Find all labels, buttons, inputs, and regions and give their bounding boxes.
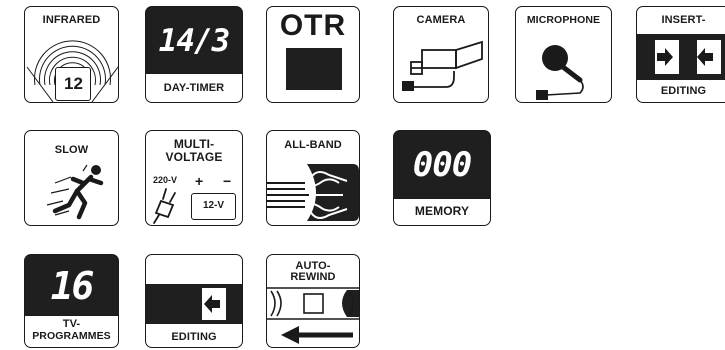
memory-label: MEMORY: [414, 204, 470, 218]
tv-programmes-label-strip: TV- PROGRAMMES: [25, 315, 118, 347]
editing-icon-tile: EDITING: [145, 254, 243, 348]
tv-programmes-label-line1: TV-: [62, 318, 81, 330]
otr-icon-tile: OTR: [266, 6, 360, 103]
day-timer-label-strip: DAY-TIMER: [146, 73, 242, 102]
day-timer-label: DAY-TIMER: [163, 82, 225, 94]
infrared-icon-tile: INFRARED 12: [24, 6, 119, 103]
memory-label-strip: MEMORY: [394, 198, 490, 225]
tv-programmes-display: 16: [50, 264, 95, 308]
microphone-icon-tile: MICROPHONE: [515, 6, 612, 103]
running-man-icon: [46, 164, 104, 220]
all-band-icon-tile: ALL-BAND: [266, 130, 360, 226]
otr-label: OTR: [279, 9, 347, 42]
camera-icon-tile: CAMERA: [393, 6, 489, 103]
battery-plus: +: [195, 173, 204, 189]
insert-editing-label-bottom: EDITING: [660, 85, 707, 97]
memory-display: 000: [412, 145, 472, 185]
day-timer-display: 14/3: [158, 23, 231, 59]
slow-icon-tile: SLOW: [24, 130, 119, 226]
tv-programmes-label-line2: PROGRAMMES: [32, 330, 111, 342]
memory-icon-tile: 000 MEMORY: [393, 130, 491, 226]
microphone-icon: [536, 45, 584, 100]
multi-voltage-icon-tile: MULTI- VOLTAGE 220-V + − 12-V: [145, 130, 243, 226]
tv-programmes-icon-tile: 16 TV- PROGRAMMES: [24, 254, 119, 348]
auto-rewind-icon-tile: AUTO- REWIND: [266, 254, 360, 348]
battery-icon: 12-V: [191, 193, 236, 220]
auto-rewind-tape-icon: [267, 287, 359, 344]
otr-screen-icon: [286, 48, 342, 90]
all-band-waves-icon: [267, 164, 359, 221]
infrared-number: 12: [64, 74, 83, 93]
insert-editing-icon-tile: INSERT- EDITING: [636, 6, 725, 103]
dc-voltage-label: 12-V: [202, 200, 225, 211]
video-camera-icon: [402, 40, 483, 91]
day-timer-icon-tile: 14/3 DAY-TIMER: [145, 6, 243, 103]
infrared-label: INFRARED: [42, 14, 101, 26]
editing-label: EDITING: [171, 331, 217, 343]
battery-minus: −: [223, 173, 232, 189]
